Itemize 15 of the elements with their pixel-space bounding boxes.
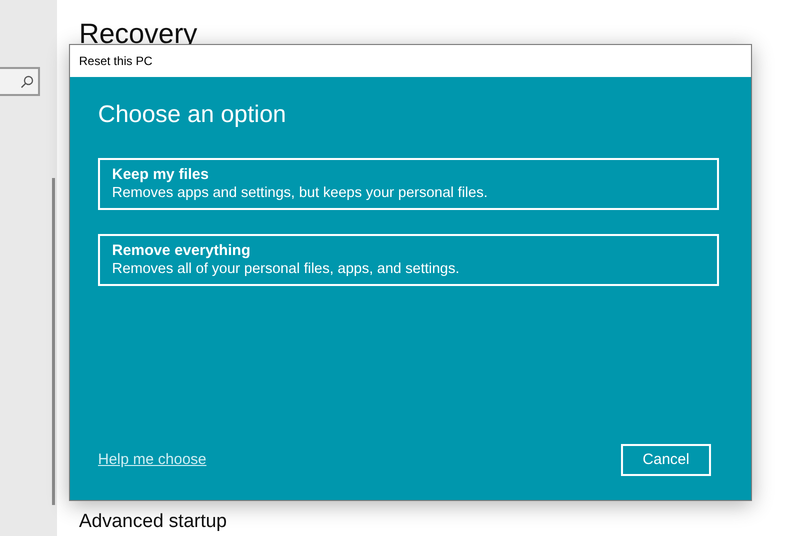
dialog-title: Reset this PC (79, 53, 152, 70)
section-heading: Advanced startup (79, 510, 227, 534)
option-description: Removes apps and settings, but keeps your personal files. (112, 184, 488, 203)
option-button[interactable]: Remove everything Removes all of your personal files, apps, and settings. (98, 234, 719, 286)
search-field[interactable] (0, 67, 40, 96)
search-icon (20, 74, 34, 88)
page-title: Recovery (79, 17, 198, 51)
cancel-button[interactable]: Cancel (621, 444, 711, 476)
option-title: Keep my files (112, 165, 209, 184)
dialog-heading: Choose an option (98, 100, 286, 130)
help-link[interactable]: Help me choose (98, 448, 206, 472)
option-title: Remove everything (112, 241, 250, 260)
option-description: Removes all of your personal files, apps, and settings. (112, 260, 460, 279)
option-button[interactable]: Keep my files Removes apps and settings, but keeps your personal files. (98, 158, 719, 210)
scrollbar[interactable] (52, 178, 55, 505)
